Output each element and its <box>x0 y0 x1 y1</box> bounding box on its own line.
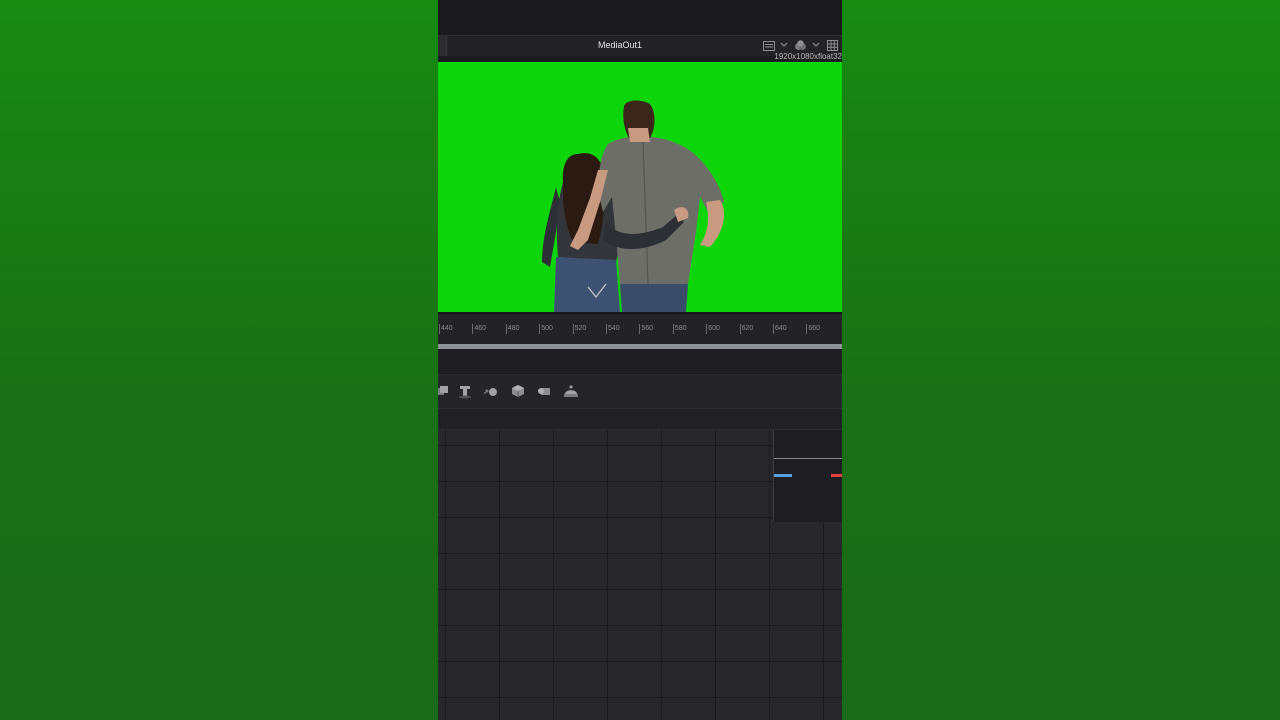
media-in-node-indicator <box>774 474 792 477</box>
media-out-node-indicator <box>831 474 842 477</box>
fusion-app: MediaOut1 1920x1080xfloat32 440 460 480 … <box>438 0 842 720</box>
ruler-tick <box>505 324 507 334</box>
node-editor-header <box>438 409 842 430</box>
resolution-readout: 1920x1080xfloat32 <box>774 52 842 61</box>
particles-tool-icon[interactable] <box>483 383 499 399</box>
ruler-tick-label: 520 <box>574 325 587 332</box>
navigator-divider <box>774 458 842 459</box>
ruler-tick-label: 580 <box>674 325 687 332</box>
merge3d-tool-icon[interactable] <box>563 383 579 399</box>
ruler-tick-label: 460 <box>474 325 487 332</box>
ruler-tick <box>572 324 574 334</box>
ruler-tick-label: 660 <box>808 325 821 332</box>
ruler-tick <box>806 324 808 334</box>
ruler-tick <box>773 324 774 334</box>
ruler-tick-label: 540 <box>608 325 620 332</box>
ruler-tick-label: 480 <box>507 325 520 332</box>
ruler-tick <box>472 324 474 334</box>
background-right <box>842 0 1280 720</box>
ruler-tick <box>606 324 607 334</box>
ruler-tick-label: 620 <box>741 325 754 332</box>
ruler-tick-label: 560 <box>641 325 654 332</box>
chevron-down-icon[interactable] <box>780 40 788 50</box>
background-left <box>0 0 438 720</box>
viewer-options-icon[interactable] <box>763 41 775 51</box>
ruler-tick-label: 440 <box>441 325 453 332</box>
ruler-tick <box>672 324 674 334</box>
text-tool-icon[interactable] <box>457 383 473 399</box>
ruler-tick <box>439 324 440 334</box>
timeline-band <box>438 349 842 375</box>
tool-toolbar <box>438 375 842 409</box>
ruler-tick-label: 640 <box>775 325 787 332</box>
ruler-tick <box>706 324 708 334</box>
merge-tool-icon[interactable] <box>438 383 450 399</box>
color-channels-icon[interactable] <box>794 40 807 51</box>
viewer-canvas[interactable] <box>438 62 842 312</box>
green-screen-couple-image <box>438 62 842 312</box>
ruler-tick-label: 600 <box>708 325 720 332</box>
node-navigator[interactable] <box>773 430 842 522</box>
ruler-tick <box>639 324 641 334</box>
timeline-ruler[interactable]: 440 460 480 500 520 540 560 580 600 620 640 660 <box>438 312 842 346</box>
ruler-tick <box>739 324 741 334</box>
renderer3d-tool-icon[interactable] <box>536 383 552 399</box>
grid-icon[interactable] <box>827 40 838 51</box>
viewer-title: MediaOut1 <box>597 40 643 50</box>
ruler-tick-label: 500 <box>541 325 553 332</box>
top-bar <box>438 0 842 35</box>
ruler-tick <box>539 324 541 334</box>
chevron-down-icon[interactable] <box>812 40 820 50</box>
shape3d-tool-icon[interactable] <box>510 383 526 399</box>
